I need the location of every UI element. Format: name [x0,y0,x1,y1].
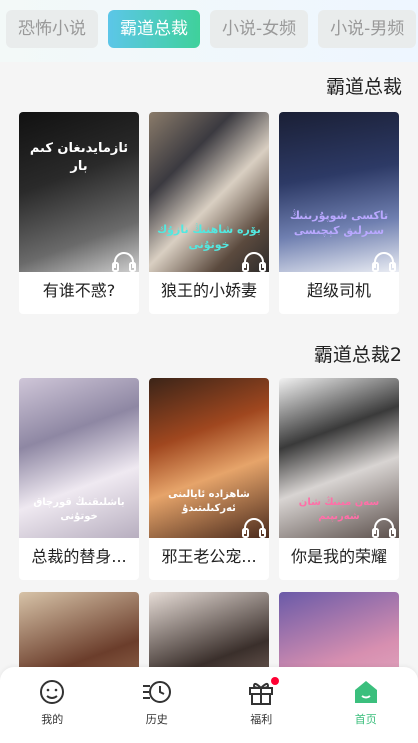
nav-item-history[interactable]: 历史 [105,667,210,743]
headphone-icon [372,252,396,272]
nav-label: 历史 [145,713,168,726]
book-card[interactable] [19,592,139,672]
headphone-icon [242,518,266,538]
book-card[interactable] [279,592,399,672]
book-title: 有谁不惑? [42,281,116,300]
book-cover [279,592,399,672]
book-cover: تاكسى شوپۇرىنىڭ سىرلىق كېچىسى [279,112,399,272]
nav-item-mine[interactable]: 我的 [0,667,105,743]
book-title: 邪王老公宠... [161,547,257,566]
book-title: 狼王的小娇妻 [160,281,257,300]
book-card[interactable]: ئازمايدىغان كىم بار 有谁不惑? [19,112,139,314]
book-card[interactable]: شاھزادە ئايالىنى ئەركىلىتىدۇ 邪王老公宠... [149,378,269,580]
book-card[interactable]: باشلىقنىڭ قورچاق خوتۇنى 总裁的替身... [19,378,139,580]
section-title: 霸道总裁 [325,76,402,98]
book-cover: شاھزادە ئايالىنى ئەركىلىتىدۇ [149,378,269,538]
cover-text: باشلىقنىڭ قورچاق خوتۇنى [33,497,125,522]
book-card[interactable]: بۆرە شاھنىڭ نازۇك خوتۇنى 狼王的小娇妻 [149,112,269,314]
book-card[interactable]: سەن مېنىڭ شان شەرىپىم 你是我的荣耀 [279,378,399,580]
book-card[interactable]: تاكسى شوپۇرىنىڭ سىرلىق كېچىسى 超级司机 [279,112,399,314]
book-card[interactable] [149,592,269,672]
home-icon [354,681,377,703]
book-cover: باشلىقنىڭ قورچاق خوتۇنى [19,378,139,538]
nav-label: 首页 [354,713,377,726]
tab-male-novels[interactable]: 小说-男频 [318,10,417,48]
nav-label: 福利 [250,713,273,726]
book-cover: ئازمايدىغان كىم بار [19,112,139,272]
category-tab-bar: 恐怖小说 霸道总裁 小说-女频 小说-男频 [0,0,418,62]
section-title: 霸道总裁2 [313,344,402,366]
cover-text: تاكسى شوپۇرىنىڭ سىرلىق كېچىسى [289,209,389,238]
tab-female-novels[interactable]: 小说-女频 [210,10,309,48]
book-cover [19,592,139,672]
face-icon [40,680,65,704]
nav-item-welfare[interactable]: 福利 [209,667,314,743]
cover-text: ئازمايدىغان كىم بار [29,141,129,175]
tab-horror[interactable]: 恐怖小说 [6,10,98,48]
nav-item-home[interactable]: 首页 [314,667,418,743]
tab-ceo-romance[interactable]: 霸道总裁 [108,10,200,48]
notification-badge [271,677,279,685]
nav-label: 我的 [41,713,64,726]
book-title: 超级司机 [306,281,371,300]
book-grid: ئازمايدىغان كىم بار 有谁不惑? بۆرە شاھنىڭ نا… [19,112,399,314]
book-title: 你是我的荣耀 [290,547,387,566]
book-title: 总裁的替身... [31,547,127,566]
cover-text: شاھزادە ئايالىنى ئەركىلىتىدۇ [168,489,250,514]
headphone-icon [112,252,136,272]
headphone-icon [372,518,396,538]
history-icon [142,681,171,703]
headphone-icon [242,252,266,272]
book-cover: بۆرە شاھنىڭ نازۇك خوتۇنى [149,112,269,272]
book-cover [149,592,269,672]
book-grid: باشلىقنىڭ قورچاق خوتۇنى 总裁的替身... شاھزادە… [19,378,399,580]
book-cover: سەن مېنىڭ شان شەرىپىم [279,378,399,538]
bottom-navigation: 我的 历史 福利 首页 [0,667,418,743]
book-grid [19,592,399,672]
cover-text: بۆرە شاھنىڭ نازۇك خوتۇنى [157,223,261,252]
